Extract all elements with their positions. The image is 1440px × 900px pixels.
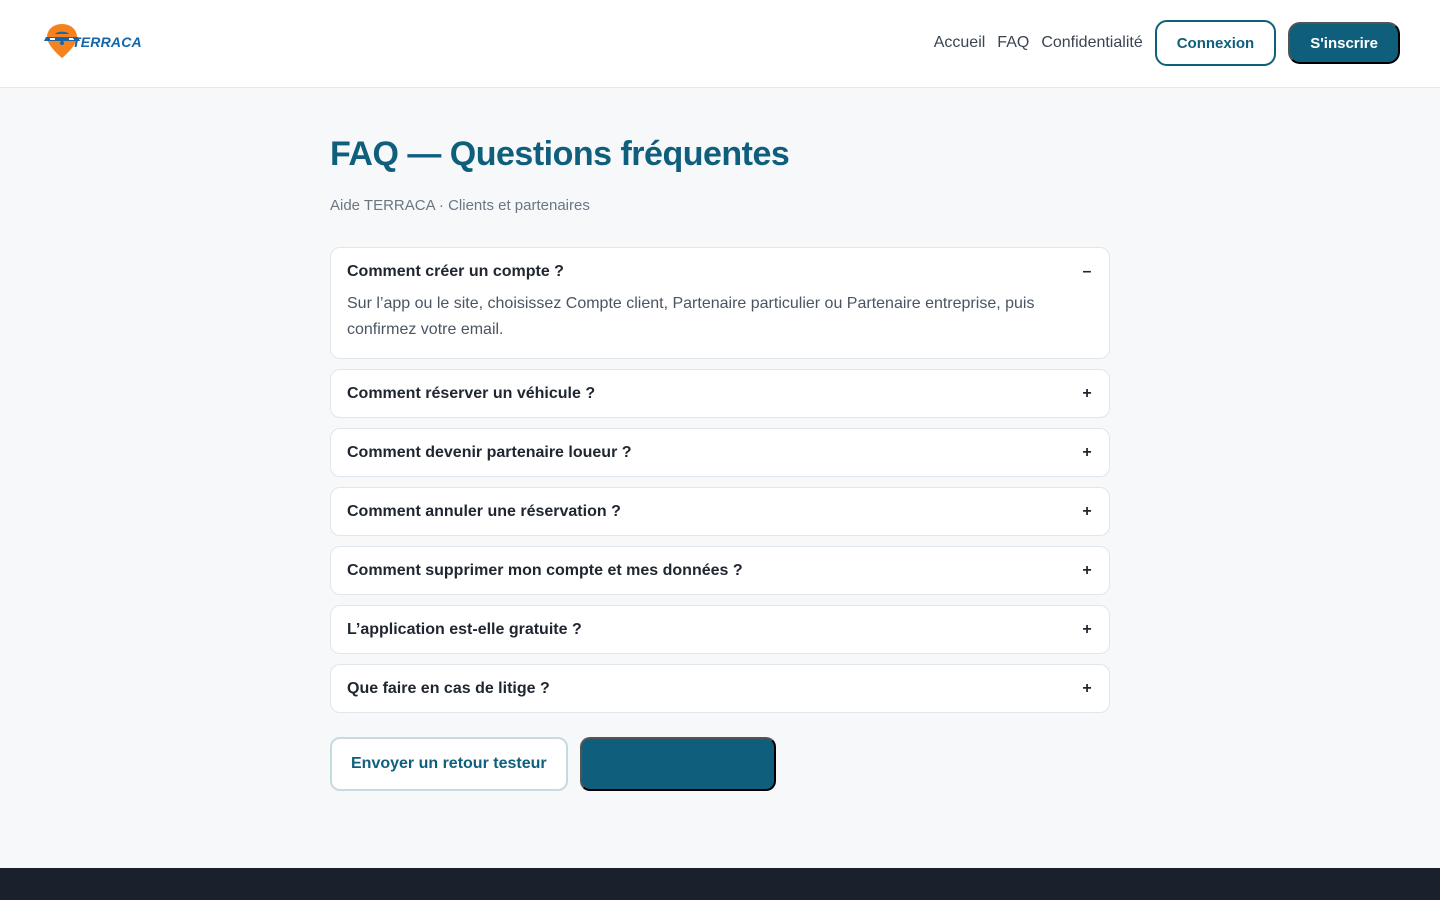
- faq-question: Comment devenir partenaire loueur ?: [347, 443, 632, 461]
- brand-logo[interactable]: TERRACA: [42, 20, 142, 62]
- signup-button[interactable]: S'inscrire: [1288, 22, 1400, 64]
- faq-question: Comment annuler une réservation ?: [347, 502, 621, 520]
- nav-link-accueil[interactable]: Accueil: [934, 34, 986, 52]
- faq-item: Que faire en cas de litige ? +: [330, 664, 1110, 713]
- page-title: FAQ — Questions fréquentes: [330, 135, 790, 173]
- expand-icon: +: [1082, 679, 1092, 697]
- site-header: TERRACA Accueil FAQ Confidentialité Conn…: [0, 0, 1440, 88]
- faq-item: Comment annuler une réservation ? +: [330, 487, 1110, 536]
- expand-icon: +: [1082, 443, 1092, 461]
- faq-question-toggle[interactable]: Comment devenir partenaire loueur ? +: [347, 429, 1093, 476]
- faq-question: Comment créer un compte ?: [347, 262, 564, 280]
- faq-question-toggle[interactable]: Que faire en cas de litige ? +: [347, 665, 1093, 712]
- expand-icon: +: [1082, 502, 1092, 520]
- faq-answer: Sur l’app ou le site, choisissez Compte …: [347, 295, 1035, 338]
- faq-question: Que faire en cas de litige ?: [347, 679, 550, 697]
- faq-item: Comment créer un compte ? – Sur l’app ou…: [330, 247, 1110, 359]
- expand-icon: +: [1082, 620, 1092, 638]
- faq-question: L’application est-elle gratuite ?: [347, 620, 582, 638]
- send-feedback-button[interactable]: Envoyer un retour testeur: [330, 737, 568, 791]
- secondary-action-button[interactable]: [579, 737, 776, 791]
- faq-item: Comment réserver un véhicule ? +: [330, 369, 1110, 418]
- faq-question-toggle[interactable]: Comment réserver un véhicule ? +: [347, 370, 1093, 417]
- site-footer: [0, 868, 1440, 900]
- nav-link-confidentialite[interactable]: Confidentialité: [1041, 34, 1142, 52]
- brand-name: TERRACA: [72, 34, 142, 50]
- faq-question-toggle[interactable]: Comment créer un compte ? –: [347, 248, 1093, 295]
- faq-question-toggle[interactable]: L’application est-elle gratuite ? +: [347, 606, 1093, 653]
- collapse-icon: –: [1082, 262, 1092, 280]
- page-subtitle: Aide TERRACA · Clients et partenaires: [330, 197, 590, 214]
- faq-main: FAQ — Questions fréquentes Aide TERRACA …: [330, 132, 1110, 791]
- faq-actions: Envoyer un retour testeur: [330, 737, 1110, 791]
- main-nav: Accueil FAQ Confidentialité Connexion S'…: [934, 20, 1400, 66]
- faq-list: Comment créer un compte ? – Sur l’app ou…: [330, 247, 1110, 713]
- faq-question: Comment supprimer mon compte et mes donn…: [347, 561, 743, 579]
- faq-question-toggle[interactable]: Comment annuler une réservation ? +: [347, 488, 1093, 535]
- nav-link-faq[interactable]: FAQ: [997, 34, 1029, 52]
- expand-icon: +: [1082, 384, 1092, 402]
- faq-item: L’application est-elle gratuite ? +: [330, 605, 1110, 654]
- faq-question-toggle[interactable]: Comment supprimer mon compte et mes donn…: [347, 547, 1093, 594]
- faq-item: Comment devenir partenaire loueur ? +: [330, 428, 1110, 477]
- faq-question: Comment réserver un véhicule ?: [347, 384, 596, 402]
- faq-item: Comment supprimer mon compte et mes donn…: [330, 546, 1110, 595]
- expand-icon: +: [1082, 561, 1092, 579]
- login-button[interactable]: Connexion: [1154, 20, 1277, 66]
